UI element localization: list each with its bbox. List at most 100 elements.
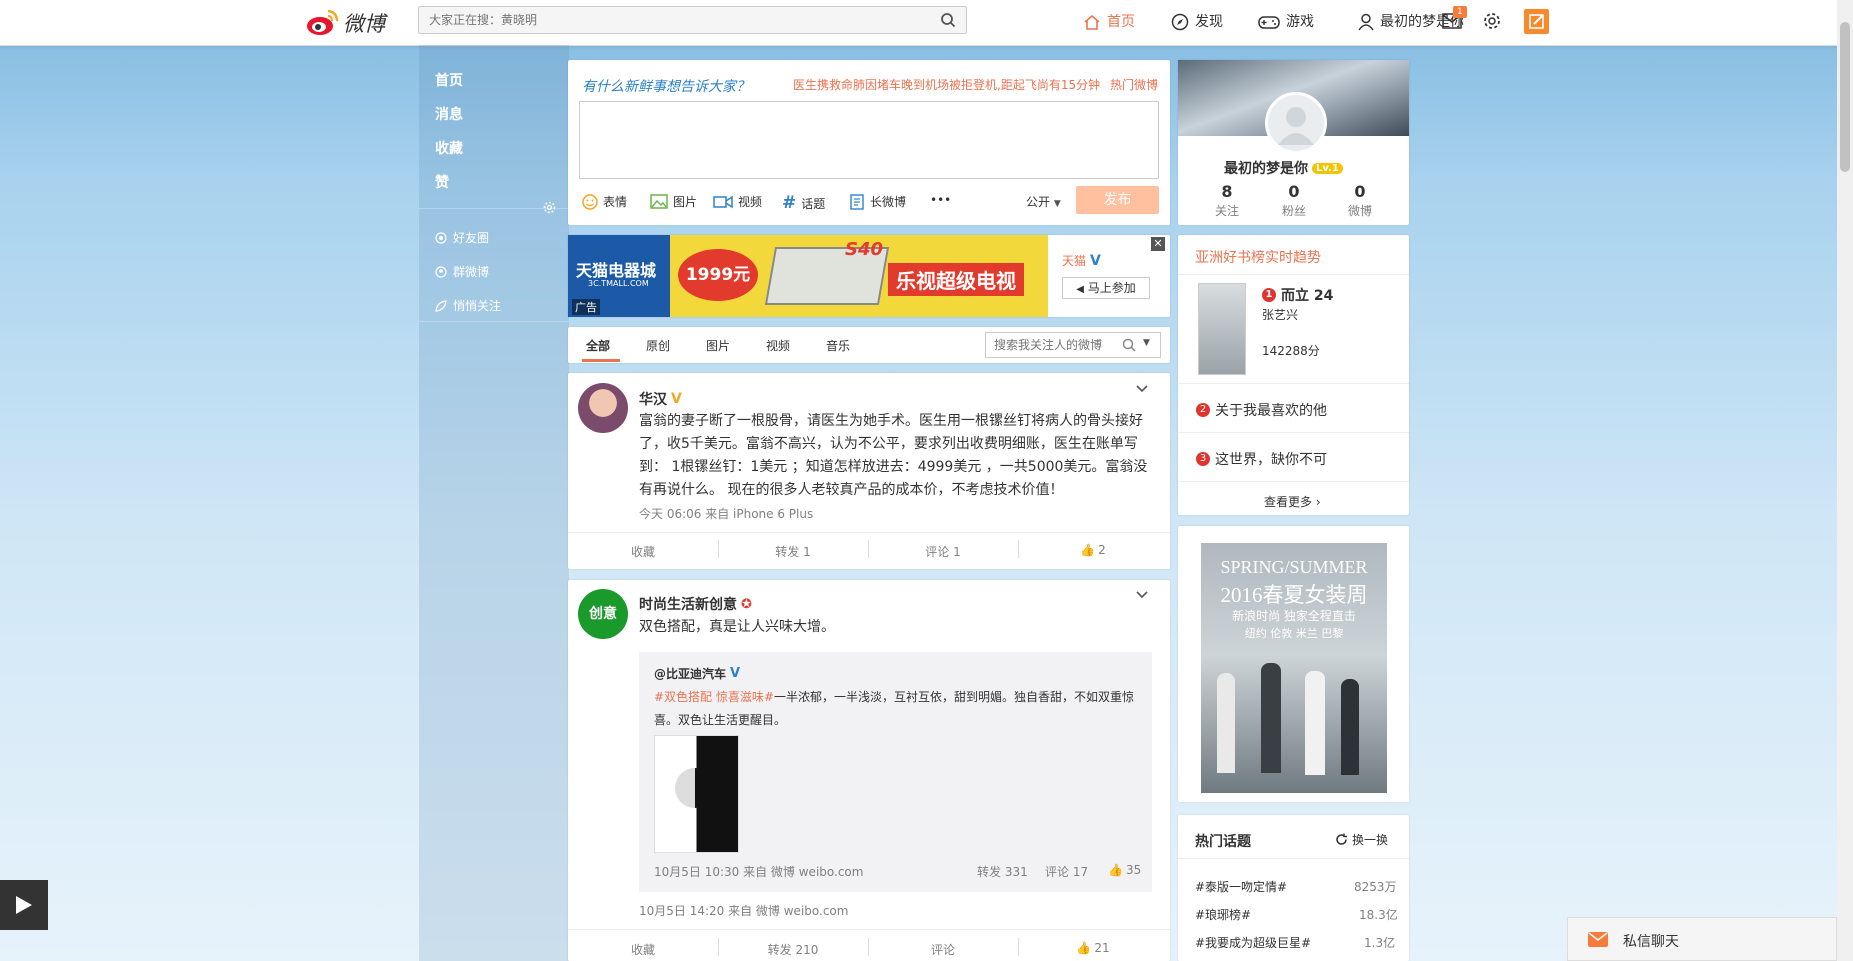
left-nav-favorites[interactable]: 收藏 bbox=[435, 138, 463, 158]
repost-repost-count[interactable]: 转发 331 bbox=[977, 863, 1028, 880]
post-author[interactable]: 华汉 V bbox=[639, 389, 682, 409]
left-nav-group-weibo[interactable]: 群微博 bbox=[435, 263, 489, 280]
compose-textarea[interactable] bbox=[579, 101, 1159, 179]
feed-search-box[interactable]: ▼ bbox=[985, 332, 1161, 358]
join-button[interactable]: ◀ 马上参加 bbox=[1062, 277, 1150, 299]
post-text: 双色搭配，真是让人兴味大增。 bbox=[639, 619, 835, 635]
video-camera-icon bbox=[713, 195, 733, 208]
chevron-down-icon[interactable]: ▼ bbox=[1143, 338, 1150, 348]
rank-item-2[interactable]: 2 关于我最喜欢的他 bbox=[1196, 400, 1327, 420]
left-nav-likes[interactable]: 赞 bbox=[435, 172, 449, 192]
close-icon[interactable]: ✕ bbox=[1151, 237, 1165, 251]
avatar[interactable]: 创意 bbox=[578, 589, 628, 639]
promo-image[interactable]: SPRING/SUMMER 2016春夏女装周 新浪时尚 独家全程直击 纽约 伦… bbox=[1201, 543, 1387, 793]
repost-button[interactable]: 转发 1 bbox=[718, 543, 868, 560]
search-icon[interactable] bbox=[940, 12, 956, 28]
stat-weibo-label[interactable]: 微博 bbox=[1330, 202, 1390, 219]
rank-item-3[interactable]: 3 这世界，缺你不可 bbox=[1196, 449, 1327, 469]
stat-following-count[interactable]: 8 bbox=[1197, 182, 1257, 201]
rank-item-author[interactable]: 张艺兴 bbox=[1262, 306, 1298, 323]
view-more-link[interactable]: 查看更多 › bbox=[1264, 493, 1321, 510]
nav-games[interactable]: 游戏 bbox=[1258, 10, 1314, 34]
rank-item-title: 关于我最喜欢的他 bbox=[1215, 403, 1327, 419]
tab-all[interactable]: 全部 bbox=[586, 337, 610, 354]
tab-videos[interactable]: 视频 bbox=[766, 337, 790, 354]
repost-image[interactable] bbox=[654, 735, 739, 853]
tab-music[interactable]: 音乐 bbox=[826, 337, 850, 354]
tool-image[interactable]: 图片 bbox=[650, 193, 697, 210]
refresh-button[interactable]: 换一换 bbox=[1335, 831, 1388, 848]
hot-topic-link[interactable]: 医生携救命肺因堵车晚到机场被拒登机,距起飞尚有15分钟 bbox=[793, 76, 1100, 93]
weibo-logo-icon[interactable] bbox=[306, 8, 340, 36]
tool-video[interactable]: 视频 bbox=[713, 193, 762, 210]
repost-comment-count[interactable]: 评论 17 bbox=[1045, 863, 1088, 880]
scrollbar-thumb[interactable] bbox=[1840, 22, 1850, 172]
chevron-down-icon[interactable] bbox=[1135, 590, 1149, 600]
star-badge-icon: ✪ bbox=[741, 596, 752, 612]
ad-brand[interactable]: 天猫 V bbox=[1062, 252, 1101, 269]
post-text: 富翁的妻子断了一根股骨，请医生为她手术。医生用一根镙丝钉将病人的骨头接好了，收5… bbox=[639, 413, 1148, 498]
nav-discover[interactable]: 发现 bbox=[1171, 10, 1223, 34]
profile-name[interactable]: 最初的梦是你 Lv.1 bbox=[1224, 158, 1343, 178]
hot-weibo-link[interactable]: 热门微博 bbox=[1110, 76, 1158, 93]
post-meta[interactable]: 10月5日 14:20 来自 微博 weibo.com bbox=[639, 902, 848, 919]
favorite-button[interactable]: 收藏 bbox=[568, 543, 718, 560]
like-button[interactable]: 👍 21 bbox=[1018, 941, 1168, 955]
post-author-name: 时尚生活新创意 bbox=[639, 597, 737, 613]
feed-search-input[interactable] bbox=[986, 333, 1132, 357]
tab-original[interactable]: 原创 bbox=[646, 337, 670, 354]
topic-item[interactable]: #我要成为超级巨星# bbox=[1195, 934, 1311, 951]
card-divider bbox=[568, 929, 1170, 930]
avatar[interactable] bbox=[578, 383, 628, 433]
join-button-label: 马上参加 bbox=[1087, 281, 1136, 295]
search-box[interactable] bbox=[418, 6, 967, 34]
repost-author[interactable]: @比亚迪汽车 V bbox=[654, 665, 740, 682]
repost-meta[interactable]: 10月5日 10:30 来自 微博 weibo.com bbox=[654, 863, 863, 880]
rank-item-1[interactable]: 1 而立 24 bbox=[1262, 285, 1333, 305]
left-nav-messages[interactable]: 消息 bbox=[435, 104, 463, 124]
tool-topic[interactable]: # 话题 bbox=[782, 193, 825, 213]
nav-home[interactable]: 首页 bbox=[1083, 10, 1135, 34]
stat-fans-label[interactable]: 粉丝 bbox=[1264, 202, 1324, 219]
publish-button[interactable]: 发布 bbox=[1076, 186, 1159, 214]
topic-item[interactable]: #琅琊榜# bbox=[1195, 906, 1251, 923]
favorite-button[interactable]: 收藏 bbox=[568, 941, 718, 958]
ranking-title[interactable]: 亚洲好书榜实时趋势 bbox=[1195, 247, 1321, 267]
stat-following-label[interactable]: 关注 bbox=[1197, 202, 1257, 219]
repost-tag[interactable]: #双色搭配 惊喜滋味# bbox=[654, 690, 774, 704]
ad-store-block[interactable]: 天猫电器城 3C.TMALL.COM 广告 bbox=[568, 235, 670, 317]
left-nav-secret-follow[interactable]: 悄悄关注 bbox=[435, 297, 501, 314]
thumbs-up-icon: 👍 bbox=[1108, 863, 1123, 877]
repost-button[interactable]: 转发 210 bbox=[718, 941, 868, 958]
compose-button[interactable] bbox=[1524, 9, 1549, 34]
verified-icon: V bbox=[671, 391, 682, 407]
left-nav-home[interactable]: 首页 bbox=[435, 70, 463, 90]
profile-avatar[interactable] bbox=[1265, 92, 1327, 154]
floating-video-thumb[interactable] bbox=[0, 880, 48, 930]
gear-icon[interactable] bbox=[1483, 12, 1501, 30]
ad-banner[interactable]: 1999元 S40 乐视超级电视 bbox=[670, 235, 1048, 317]
tool-emoji[interactable]: 表情 bbox=[582, 193, 627, 210]
repost-like[interactable]: 👍 35 bbox=[1108, 863, 1141, 877]
chevron-down-icon[interactable] bbox=[1135, 384, 1149, 394]
book-cover[interactable] bbox=[1198, 283, 1246, 375]
level-badge[interactable]: Lv.1 bbox=[1312, 162, 1343, 174]
like-button[interactable]: 👍 2 bbox=[1018, 543, 1168, 557]
left-nav-friends-circle[interactable]: 好友圈 bbox=[435, 229, 489, 246]
tool-more[interactable]: ••• bbox=[930, 193, 951, 207]
private-chat-bar[interactable]: 私信聊天 bbox=[1567, 917, 1837, 961]
stat-weibo-count[interactable]: 0 bbox=[1330, 182, 1390, 201]
search-input[interactable] bbox=[419, 7, 929, 33]
tab-images[interactable]: 图片 bbox=[706, 337, 730, 354]
visibility-dropdown[interactable]: 公开 ▼ bbox=[1026, 193, 1061, 210]
stat-fans-count[interactable]: 0 bbox=[1264, 182, 1324, 201]
post-author[interactable]: 时尚生活新创意 ✪ bbox=[639, 594, 752, 614]
tool-long-weibo[interactable]: 长微博 bbox=[850, 193, 906, 210]
topics-title[interactable]: 热门话题 bbox=[1195, 831, 1251, 851]
topic-item[interactable]: #泰版一吻定情# bbox=[1195, 878, 1287, 895]
post-meta[interactable]: 今天 06:06 来自 iPhone 6 Plus bbox=[639, 505, 813, 522]
logo-text[interactable]: 微博 bbox=[343, 8, 385, 38]
search-icon[interactable] bbox=[1122, 338, 1136, 352]
comment-button[interactable]: 评论 1 bbox=[868, 543, 1018, 560]
comment-button[interactable]: 评论 bbox=[868, 941, 1018, 958]
